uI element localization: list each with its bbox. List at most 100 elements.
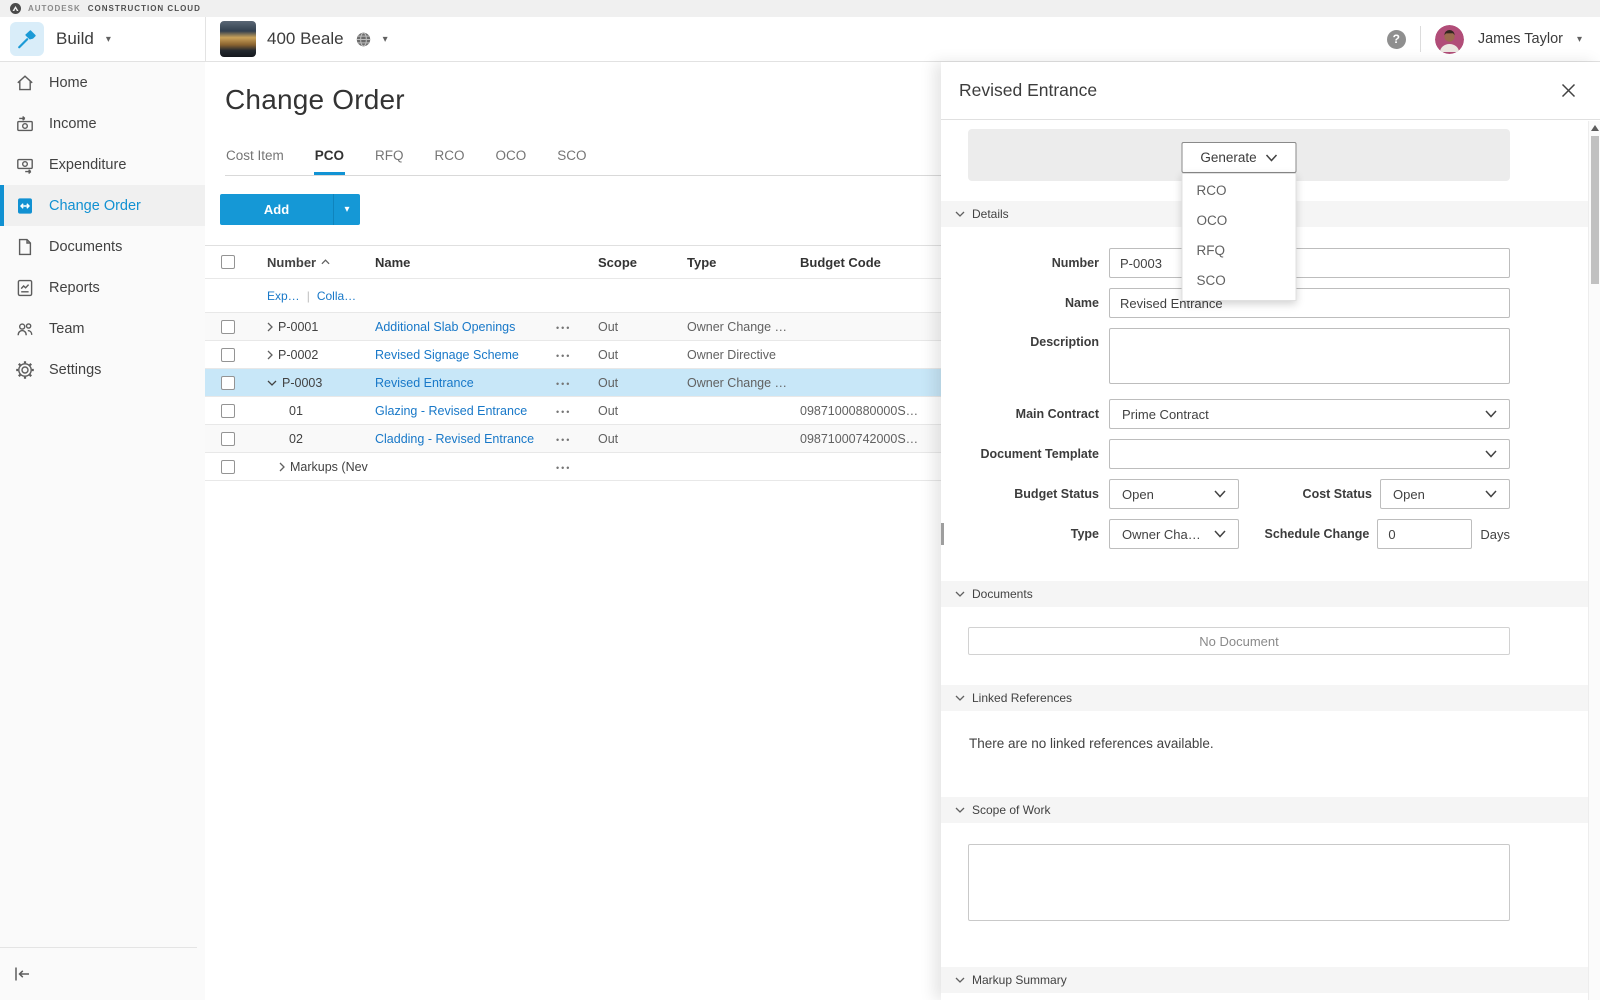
- help-icon[interactable]: ?: [1387, 30, 1406, 49]
- row-name-link[interactable]: Glazing - Revised Entrance: [375, 404, 527, 418]
- cost-status-select[interactable]: Open: [1380, 479, 1510, 509]
- section-scope-of-work[interactable]: Scope of Work: [941, 797, 1588, 823]
- chevron-down-icon: [1214, 490, 1226, 498]
- overflow-menu-icon[interactable]: •••: [556, 323, 571, 333]
- menu-item-rfq[interactable]: RFQ: [1183, 236, 1296, 266]
- column-header-name[interactable]: Name: [370, 255, 550, 270]
- overflow-menu-icon[interactable]: •••: [556, 379, 571, 389]
- project-selector[interactable]: 400 Beale ▾: [206, 21, 388, 57]
- tab-sco[interactable]: SCO: [556, 148, 587, 175]
- row-checkbox[interactable]: [221, 460, 235, 474]
- main-contract-select[interactable]: Prime Contract: [1109, 399, 1510, 429]
- panel-scrollbar[interactable]: [1588, 121, 1600, 1000]
- collapse-all-link[interactable]: Colla…: [317, 289, 356, 303]
- overflow-menu-icon[interactable]: •••: [556, 463, 571, 473]
- change-order-table: Number Name Scope Type Budget Code Exp… …: [205, 245, 941, 481]
- expand-collapse-row: Exp… | Colla…: [205, 279, 941, 313]
- product-switcher[interactable]: Build ▾: [0, 17, 206, 61]
- linked-references-empty-text: There are no linked references available…: [969, 736, 1510, 751]
- select-all-checkbox[interactable]: [221, 255, 235, 269]
- scroll-up-icon[interactable]: [1591, 125, 1599, 131]
- row-name-link[interactable]: Revised Signage Scheme: [375, 348, 519, 362]
- section-documents[interactable]: Documents: [941, 581, 1588, 607]
- table-row-child[interactable]: 01 Glazing - Revised Entrance ••• Out 09…: [205, 397, 941, 425]
- row-checkbox[interactable]: [221, 432, 235, 446]
- description-label: Description: [968, 328, 1099, 349]
- table-row-markups[interactable]: Markups (Nev •••: [205, 453, 941, 481]
- table-row[interactable]: P-0001 Additional Slab Openings ••• Out …: [205, 313, 941, 341]
- scrollbar-thumb[interactable]: [1591, 136, 1599, 284]
- user-caret-down-icon[interactable]: ▾: [1577, 34, 1582, 45]
- tab-pco[interactable]: PCO: [314, 148, 345, 175]
- sort-asc-icon: [321, 259, 330, 265]
- menu-item-oco[interactable]: OCO: [1183, 206, 1296, 236]
- column-header-scope[interactable]: Scope: [592, 255, 682, 270]
- appbar-divider: [1420, 26, 1421, 52]
- chevron-right-icon[interactable]: [267, 322, 273, 332]
- name-label: Name: [968, 296, 1099, 310]
- column-header-budget-code[interactable]: Budget Code: [795, 255, 941, 270]
- tab-rco[interactable]: RCO: [434, 148, 466, 175]
- tab-oco[interactable]: OCO: [495, 148, 528, 175]
- document-template-label: Document Template: [968, 447, 1099, 461]
- sidebar-item-team[interactable]: Team: [0, 308, 205, 349]
- section-linked-references[interactable]: Linked References: [941, 685, 1588, 711]
- table-row[interactable]: P-0002 Revised Signage Scheme ••• Out Ow…: [205, 341, 941, 369]
- sidebar-item-label: Settings: [49, 362, 101, 378]
- sidebar-item-change-order[interactable]: Change Order: [0, 185, 205, 226]
- close-icon[interactable]: [1557, 79, 1580, 102]
- table-row-selected[interactable]: P-0003 Revised Entrance ••• Out Owner Ch…: [205, 369, 941, 397]
- row-name-link[interactable]: Additional Slab Openings: [375, 320, 515, 334]
- schedule-change-field[interactable]: [1377, 519, 1472, 549]
- number-field[interactable]: [1109, 248, 1510, 278]
- overflow-menu-icon[interactable]: •••: [556, 351, 571, 361]
- team-icon: [15, 319, 35, 339]
- main-contract-label: Main Contract: [968, 407, 1099, 421]
- column-header-type[interactable]: Type: [682, 255, 795, 270]
- sidebar-item-home[interactable]: Home: [0, 62, 205, 103]
- menu-item-sco[interactable]: SCO: [1183, 266, 1296, 296]
- overflow-menu-icon[interactable]: •••: [556, 435, 571, 445]
- overflow-menu-icon[interactable]: •••: [556, 407, 571, 417]
- menu-item-rco[interactable]: RCO: [1183, 176, 1296, 206]
- sidebar-item-settings[interactable]: Settings: [0, 349, 205, 390]
- panel-toolbar: Generate RCO OCO RFQ SCO: [968, 129, 1510, 181]
- table-row-child[interactable]: 02 Cladding - Revised Entrance ••• Out 0…: [205, 425, 941, 453]
- chevron-right-icon[interactable]: [267, 350, 273, 360]
- row-checkbox[interactable]: [221, 348, 235, 362]
- budget-status-select[interactable]: Open: [1109, 479, 1239, 509]
- user-avatar[interactable]: [1435, 25, 1464, 54]
- sidebar-item-income[interactable]: Income: [0, 103, 205, 144]
- sidebar-item-reports[interactable]: Reports: [0, 267, 205, 308]
- chevron-right-icon[interactable]: [279, 462, 285, 472]
- chevron-down-icon[interactable]: [267, 380, 277, 386]
- type-select[interactable]: Owner Cha…: [1109, 519, 1239, 549]
- expand-all-link[interactable]: Exp…: [267, 289, 300, 303]
- sidebar-item-expenditure[interactable]: Expenditure: [0, 144, 205, 185]
- row-checkbox[interactable]: [221, 376, 235, 390]
- project-caret-down-icon: ▾: [383, 34, 388, 45]
- add-caret-down-icon[interactable]: ▾: [333, 194, 360, 225]
- generate-button[interactable]: Generate: [1182, 142, 1297, 173]
- row-name-link[interactable]: Revised Entrance: [375, 376, 474, 390]
- tab-rfq[interactable]: RFQ: [374, 148, 405, 175]
- section-markup-summary[interactable]: Markup Summary: [941, 967, 1588, 993]
- schedule-change-label: Schedule Change: [1264, 527, 1369, 541]
- chevron-down-icon: [955, 977, 965, 983]
- description-field[interactable]: [1109, 328, 1510, 384]
- chevron-down-icon: [1214, 530, 1226, 538]
- column-header-number[interactable]: Number: [255, 255, 370, 270]
- add-button[interactable]: Add: [220, 194, 333, 225]
- home-icon: [15, 73, 35, 93]
- collapse-sidebar-icon[interactable]: [14, 966, 31, 982]
- tab-cost-item[interactable]: Cost Item: [225, 148, 285, 175]
- sidebar-item-documents[interactable]: Documents: [0, 226, 205, 267]
- name-field[interactable]: [1109, 288, 1510, 318]
- row-checkbox[interactable]: [221, 404, 235, 418]
- document-template-select[interactable]: [1109, 439, 1510, 469]
- documents-icon: [15, 237, 35, 257]
- scope-of-work-field[interactable]: [968, 844, 1510, 921]
- row-checkbox[interactable]: [221, 320, 235, 334]
- row-name-link[interactable]: Cladding - Revised Entrance: [375, 432, 534, 446]
- details-flyout-panel: Revised Entrance Generate RCO OCO RFQ SC…: [941, 62, 1600, 1000]
